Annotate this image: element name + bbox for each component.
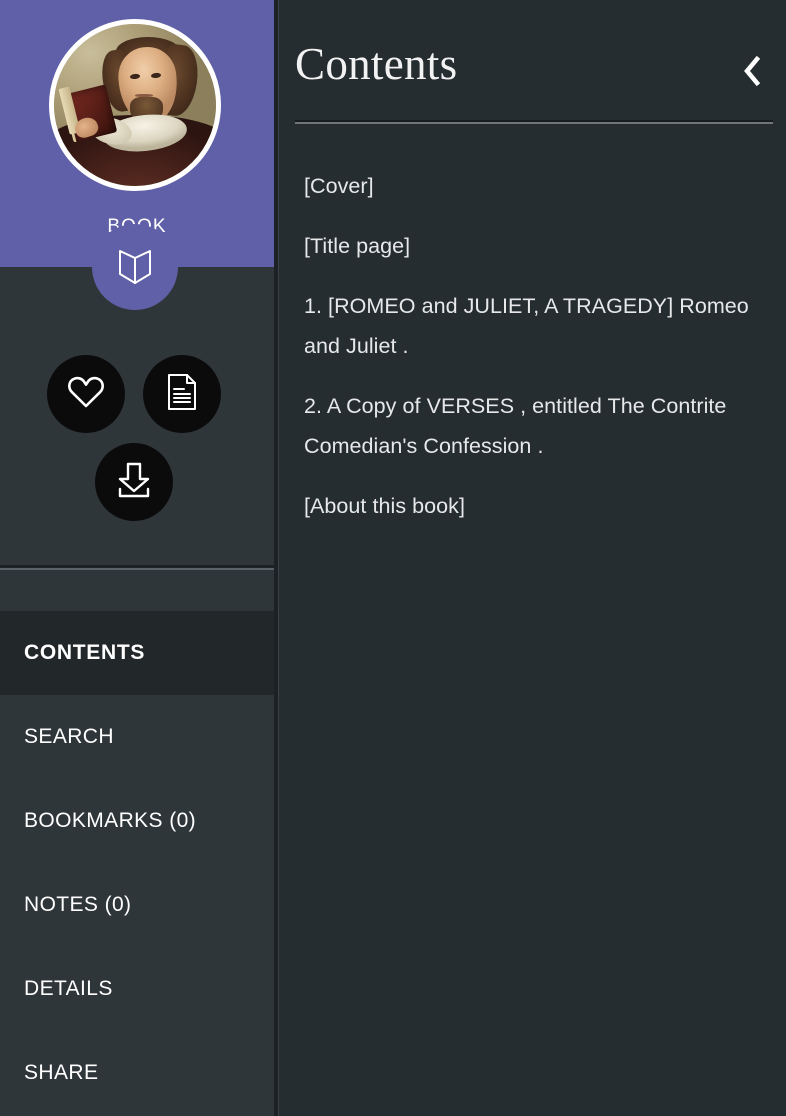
- sidebar-item-label: SHARE: [24, 1061, 99, 1084]
- open-book-fab[interactable]: [92, 224, 178, 310]
- sidebar-menu: CONTENTS SEARCH BOOKMARKS (0) NOTES (0) …: [0, 611, 274, 1115]
- panel-header: Contents: [279, 0, 786, 124]
- sidebar-item-details[interactable]: DETAILS: [0, 947, 274, 1031]
- contents-panel: Contents [Cover] [Title page] 1. [ROMEO …: [279, 0, 786, 1116]
- document-icon: [166, 373, 198, 416]
- download-button[interactable]: [95, 443, 173, 521]
- sidebar-item-label: SEARCH: [24, 725, 114, 748]
- table-of-contents: [Cover] [Title page] 1. [ROMEO and JULIE…: [279, 166, 786, 526]
- document-button[interactable]: [143, 355, 221, 433]
- collapse-panel-button[interactable]: [725, 44, 779, 98]
- sidebar: BOOK: [0, 0, 274, 1116]
- shakespeare-portrait-icon: [54, 24, 216, 186]
- chevron-left-icon: [741, 55, 763, 87]
- book-reader-app: BOOK: [0, 0, 786, 1116]
- sidebar-item-label: BOOKMARKS (0): [24, 809, 197, 832]
- toc-entry[interactable]: [About this book]: [304, 486, 762, 526]
- toc-entry[interactable]: [Cover]: [304, 166, 762, 206]
- download-icon: [115, 461, 153, 504]
- sidebar-item-label: DETAILS: [24, 977, 113, 1000]
- avatar: [49, 19, 221, 191]
- menu-divider-highlight: [0, 568, 274, 570]
- sidebar-item-notes[interactable]: NOTES (0): [0, 863, 274, 947]
- panel-header-rule-highlight: [295, 122, 773, 124]
- sidebar-item-share[interactable]: SHARE: [0, 1031, 274, 1115]
- sidebar-item-search[interactable]: SEARCH: [0, 695, 274, 779]
- page-title: Contents: [295, 39, 458, 89]
- toc-entry[interactable]: 1. [ROMEO and JULIET, A TRAGEDY] Romeo a…: [304, 286, 762, 366]
- sidebar-item-contents[interactable]: CONTENTS: [0, 611, 274, 695]
- sidebar-item-bookmarks[interactable]: BOOKMARKS (0): [0, 779, 274, 863]
- heart-icon: [67, 375, 105, 414]
- open-book-icon: [113, 247, 157, 287]
- favorite-button[interactable]: [47, 355, 125, 433]
- sidebar-item-label: NOTES (0): [24, 893, 132, 916]
- toc-entry[interactable]: 2. A Copy of VERSES , entitled The Contr…: [304, 386, 762, 466]
- toc-entry[interactable]: [Title page]: [304, 226, 762, 266]
- sidebar-item-label: CONTENTS: [24, 641, 146, 664]
